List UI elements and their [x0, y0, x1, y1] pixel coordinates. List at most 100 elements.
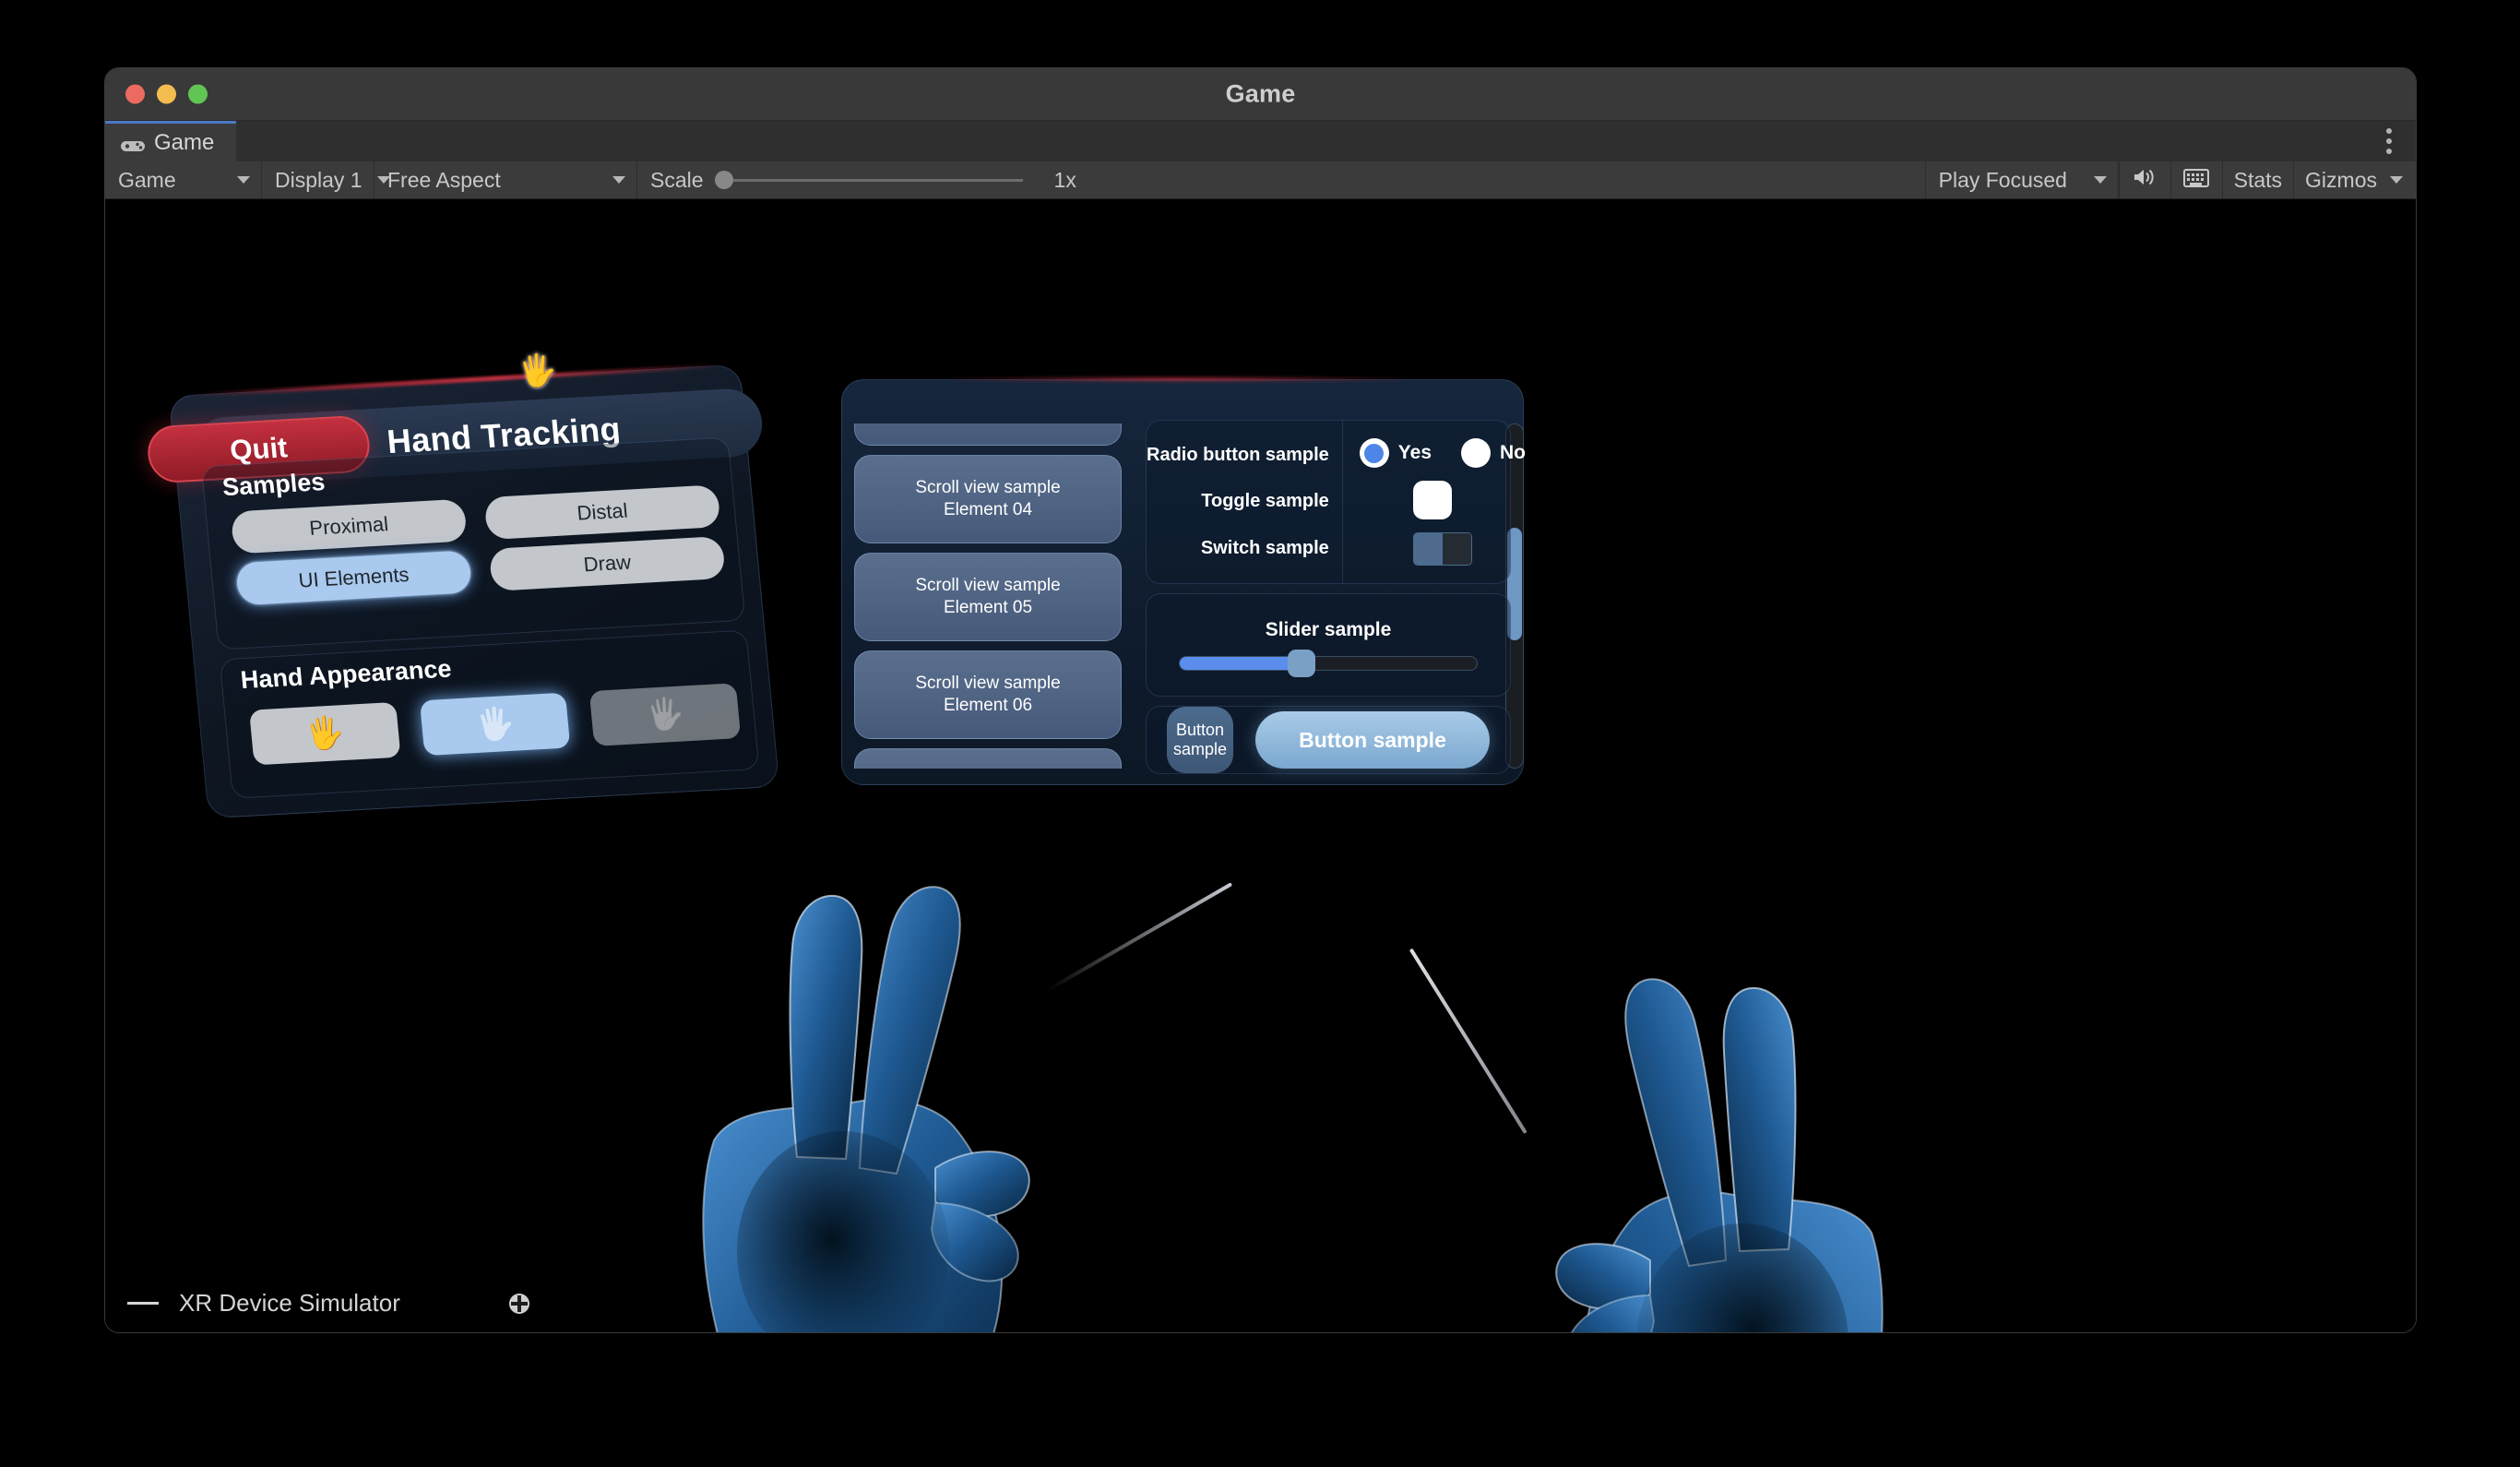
list-item-line2: Element 06 [943, 696, 1033, 715]
sample-button-ui-elements[interactable]: UI Elements [234, 550, 473, 606]
speaker-icon [2133, 167, 2157, 193]
game-target-dropdown[interactable]: Game [105, 161, 262, 198]
scale-value-label: 1x [1053, 167, 1076, 192]
button-samples-box: Button sample Button sample [1146, 706, 1511, 774]
sample-button-label: Proximal [308, 512, 390, 540]
samples-button-grid: Proximal Distal UI Elements Draw [230, 484, 726, 606]
button-sample-small[interactable]: Button sample [1167, 707, 1233, 773]
sample-button-label: UI Elements [297, 562, 410, 592]
sample-button-draw[interactable]: Draw [488, 535, 726, 591]
aspect-ratio-value: Free Aspect [387, 167, 501, 192]
game-view-toolbar: Game Display 1 Free Aspect Scale 1x Play… [105, 161, 2416, 199]
ui-elements-panel[interactable]: Scroll view sample Element 03 Scroll vie… [841, 376, 1526, 785]
slider-knob[interactable] [1288, 650, 1316, 677]
list-item-line1: Scroll view sample [915, 478, 1061, 498]
tab-game-label: Game [154, 129, 215, 155]
mute-audio-button[interactable] [2118, 161, 2170, 198]
sample-button-proximal[interactable]: Proximal [230, 498, 468, 555]
hand-joints-icon: 🖐 [644, 696, 687, 734]
gamepad-icon [120, 135, 146, 151]
scale-slider-track[interactable] [714, 171, 1023, 189]
keyboard-icon [2183, 168, 2210, 193]
stats-button[interactable]: Stats [2221, 161, 2293, 198]
button-sample-large[interactable]: Button sample [1255, 711, 1490, 769]
radio-selected-dot [1364, 443, 1385, 463]
scroll-view[interactable]: Scroll view sample Element 03 Scroll vie… [854, 423, 1122, 769]
toggle-checkbox[interactable] [1412, 481, 1452, 519]
gizmos-button[interactable]: Gizmos [2293, 161, 2383, 198]
hand-ghost-icon: 🖐 [473, 705, 517, 743]
input-widgets-column: Yes No [1343, 421, 1563, 583]
display-dropdown[interactable]: Display 1 [262, 161, 390, 198]
switch-sample-label: Switch sample [1200, 538, 1329, 559]
window-title: Game [1225, 79, 1296, 108]
chevron-down-icon [2390, 176, 2403, 184]
radio-sample-label: Radio button sample [1147, 444, 1329, 465]
left-hand-model [659, 864, 1046, 1332]
gizmos-label: Gizmos [2305, 167, 2377, 192]
hand-tracking-panel[interactable]: Hand Tracking Quit 🖐 Samples Proximal Di… [145, 352, 780, 819]
radio-button-group: Yes No [1359, 438, 1546, 468]
enter-playmode-keyboard-button[interactable] [2169, 161, 2222, 198]
list-item[interactable]: Scroll view sample Element 04 [854, 455, 1122, 543]
hand-appearance-group: Hand Appearance 🖐 🖐 🖐 [219, 629, 760, 799]
window-titlebar: Game [105, 68, 2416, 121]
editor-tabstrip: Game [105, 121, 2416, 161]
hand-appearance-option-solid[interactable]: 🖐 [249, 701, 401, 766]
scroll-view-content: Scroll view sample Element 03 Scroll vie… [854, 423, 1122, 769]
right-hand-model [1539, 956, 1927, 1332]
controls-column: Radio button sample Toggle sample Switch… [1146, 420, 1526, 774]
hand-appearance-option-ghost[interactable]: 🖐 [419, 692, 571, 757]
game-window: Game Game Game Display 1 Free Aspect Sca… [104, 67, 2417, 1333]
hand-solid-icon: 🖐 [303, 715, 347, 753]
hand-appearance-option-joints[interactable]: 🖐 [589, 683, 742, 746]
sample-button-label: Draw [582, 550, 633, 577]
radio-no[interactable] [1461, 438, 1492, 468]
game-target-value: Game [118, 167, 176, 192]
slider-track[interactable] [1179, 650, 1478, 677]
stats-label: Stats [2233, 167, 2283, 192]
toggle-sample-label: Toggle sample [1201, 491, 1329, 512]
switch-on-half [1413, 533, 1443, 565]
list-item[interactable]: Scroll view sample Element 07 [854, 748, 1122, 769]
play-mode-dropdown[interactable]: Play Focused [1924, 161, 2119, 198]
toggle-row [1360, 481, 1546, 519]
xr-device-simulator-overlay[interactable]: XR Device Simulator [127, 1289, 529, 1318]
list-item[interactable]: Scroll view sample Element 05 [854, 553, 1122, 641]
panel-top-glow [952, 376, 1404, 382]
button-sample-large-label: Button sample [1299, 727, 1446, 752]
move-crosshair-icon[interactable] [508, 1293, 529, 1314]
switch-row [1360, 532, 1546, 566]
interaction-ray-left [1047, 882, 1233, 992]
radio-yes[interactable] [1359, 438, 1389, 468]
aspect-ratio-dropdown[interactable]: Free Aspect [374, 161, 637, 198]
list-item[interactable]: Scroll view sample Element 06 [854, 650, 1122, 739]
chevron-down-icon [2093, 176, 2107, 184]
kebab-menu-icon[interactable] [2386, 128, 2392, 154]
interaction-ray-right [1409, 948, 1527, 1135]
gizmos-dropdown-button[interactable] [2383, 161, 2416, 198]
display-value: Display 1 [275, 167, 363, 192]
toolbar-right-group: Play Focused Stats Gizmos [1924, 161, 2416, 198]
scale-label: Scale [650, 167, 704, 192]
list-item-line2: Element 05 [943, 598, 1033, 617]
radio-yes-label: Yes [1397, 442, 1432, 463]
chevron-down-icon [237, 176, 250, 184]
scale-slider-knob[interactable] [714, 171, 733, 189]
input-labels-column: Radio button sample Toggle sample Switch… [1147, 421, 1343, 583]
slider-sample-label: Slider sample [1265, 619, 1392, 640]
drag-handle-icon[interactable] [127, 1302, 159, 1305]
sample-button-distal[interactable]: Distal [483, 484, 721, 541]
radio-no-label: No [1500, 442, 1527, 463]
switch-control[interactable] [1412, 532, 1472, 566]
slider-fill [1180, 657, 1302, 670]
play-mode-value: Play Focused [1938, 167, 2067, 192]
list-item[interactable]: Scroll view sample Element 03 [854, 423, 1122, 446]
scale-slider-group[interactable]: Scale 1x [637, 161, 1925, 198]
chevron-down-icon [612, 176, 625, 184]
input-samples-box: Radio button sample Toggle sample Switch… [1146, 420, 1526, 584]
game-viewport[interactable]: Hand Tracking Quit 🖐 Samples Proximal Di… [105, 199, 2416, 1332]
hand-cursor-icon: 🖐 [517, 352, 559, 390]
tab-game[interactable]: Game [105, 121, 236, 161]
sample-button-label: Distal [576, 498, 629, 525]
